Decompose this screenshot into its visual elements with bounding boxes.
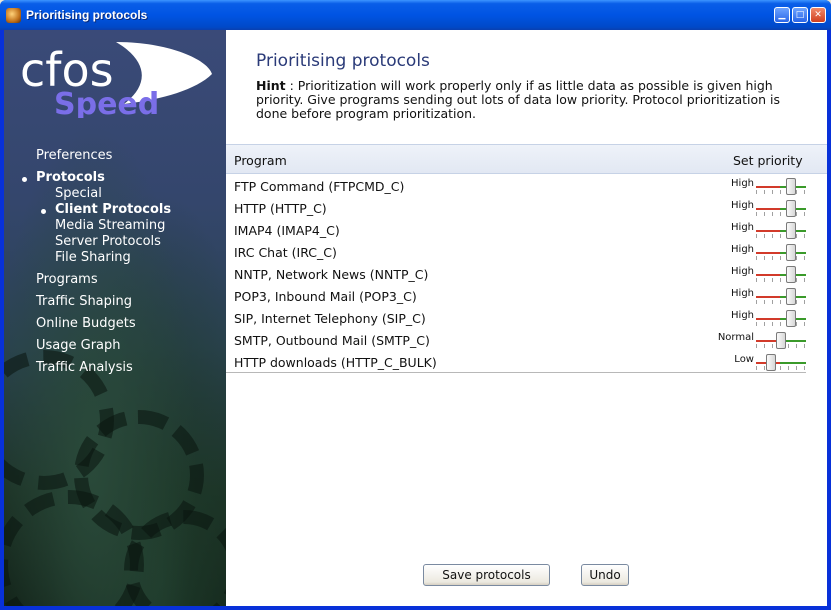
priority-slider[interactable] [756, 244, 806, 262]
program-name: SMTP, Outbound Mail (SMTP_C) [234, 333, 430, 348]
slider-track-high [756, 186, 780, 188]
slider-track-high [756, 208, 780, 210]
priority-label: High [731, 310, 754, 321]
program-name: FTP Command (FTPCMD_C) [234, 179, 405, 194]
slider-ticks [756, 234, 806, 238]
slider-ticks [756, 212, 806, 216]
priority-slider[interactable] [756, 266, 806, 284]
program-name: IMAP4 (IMAP4_C) [234, 223, 340, 238]
column-program[interactable]: Program [234, 153, 287, 168]
priority-label: Low [734, 354, 754, 365]
logo-speed-text: Speed [54, 87, 159, 118]
sidebar-item-usage-graph[interactable]: Usage Graph [36, 338, 121, 353]
table-row[interactable]: POP3, Inbound Mail (POP3_C) High [226, 286, 827, 308]
priority-label: High [731, 266, 754, 277]
app-icon [6, 8, 21, 23]
table-bottom-border [226, 372, 806, 373]
sidebar-item-online-budgets[interactable]: Online Budgets [36, 316, 136, 331]
slider-track-high [756, 252, 780, 254]
table-row[interactable]: SIP, Internet Telephony (SIP_C) High [226, 308, 827, 330]
slider-thumb[interactable] [786, 266, 796, 283]
sidebar-item-protocols[interactable]: Protocols [36, 170, 105, 185]
sidebar-item-server-protocols[interactable]: Server Protocols [55, 234, 161, 249]
maximize-button[interactable]: □ [792, 7, 808, 23]
slider-thumb[interactable] [786, 288, 796, 305]
table-row[interactable]: IRC Chat (IRC_C) High [226, 242, 827, 264]
table-row[interactable]: IMAP4 (IMAP4_C) High [226, 220, 827, 242]
table-row[interactable]: HTTP (HTTP_C) High [226, 198, 827, 220]
close-button[interactable]: ✕ [810, 7, 826, 23]
sidebar: cfos Speed Preferences Protocols Special… [4, 30, 226, 606]
table-row[interactable]: NNTP, Network News (NNTP_C) High [226, 264, 827, 286]
table-row[interactable]: HTTP downloads (HTTP_C_BULK) Low [226, 352, 827, 374]
slider-ticks [756, 256, 806, 260]
slider-track-high [756, 230, 780, 232]
slider-track-high [756, 274, 780, 276]
sidebar-item-preferences[interactable]: Preferences [36, 148, 112, 163]
priority-slider[interactable] [756, 200, 806, 218]
slider-track-high [756, 318, 780, 320]
program-name: SIP, Internet Telephony (SIP_C) [234, 311, 426, 326]
hint-text: Hint : Prioritization will work properly… [256, 79, 801, 121]
priority-label: High [731, 200, 754, 211]
slider-track-high [756, 296, 780, 298]
program-name: POP3, Inbound Mail (POP3_C) [234, 289, 417, 304]
client-area: cfos Speed Preferences Protocols Special… [4, 30, 827, 606]
priority-slider[interactable] [756, 310, 806, 328]
slider-ticks [756, 322, 806, 326]
slider-ticks [756, 300, 806, 304]
column-set-priority[interactable]: Set priority [733, 153, 803, 168]
slider-thumb[interactable] [766, 354, 776, 371]
priority-label: High [731, 288, 754, 299]
main-panel: Prioritising protocols Hint : Prioritiza… [226, 30, 827, 606]
active-bullet-icon [22, 177, 27, 182]
page-title: Prioritising protocols [256, 51, 430, 71]
priority-slider[interactable] [756, 354, 806, 372]
slider-thumb[interactable] [786, 178, 796, 195]
hint-body: : Prioritization will work properly only… [256, 78, 781, 121]
slider-ticks [756, 278, 806, 282]
cfos-speed-logo: cfos Speed [20, 42, 212, 118]
active-bullet-icon [41, 209, 46, 214]
slider-ticks [756, 366, 806, 370]
app-window: Prioritising protocols ▁ □ ✕ cfos Speed … [0, 0, 831, 610]
table-header: Program Set priority [226, 144, 827, 174]
slider-thumb[interactable] [786, 244, 796, 261]
priority-label: High [731, 222, 754, 233]
title-bar[interactable]: Prioritising protocols ▁ □ ✕ [0, 0, 831, 30]
program-name: NNTP, Network News (NNTP_C) [234, 267, 429, 282]
priority-slider[interactable] [756, 178, 806, 196]
priority-label: Normal [717, 332, 754, 343]
sidebar-item-programs[interactable]: Programs [36, 272, 98, 287]
priority-label: High [731, 178, 754, 189]
window-title: Prioritising protocols [26, 8, 148, 22]
slider-thumb[interactable] [786, 222, 796, 239]
save-protocols-button[interactable]: Save protocols [423, 564, 550, 586]
slider-thumb[interactable] [786, 200, 796, 217]
priority-label: High [731, 244, 754, 255]
slider-ticks [756, 190, 806, 194]
hint-label: Hint [256, 78, 286, 93]
program-name: IRC Chat (IRC_C) [234, 245, 337, 260]
priority-slider[interactable] [756, 288, 806, 306]
table-row[interactable]: SMTP, Outbound Mail (SMTP_C) Normal [226, 330, 827, 352]
sidebar-item-media-streaming[interactable]: Media Streaming [55, 218, 165, 233]
minimize-button[interactable]: ▁ [774, 7, 790, 23]
sidebar-item-special[interactable]: Special [55, 186, 102, 201]
priority-slider[interactable] [756, 222, 806, 240]
table-row[interactable]: FTP Command (FTPCMD_C) High [226, 176, 827, 198]
undo-button[interactable]: Undo [581, 564, 629, 586]
slider-track-low [780, 362, 806, 364]
sidebar-item-file-sharing[interactable]: File Sharing [55, 250, 131, 265]
slider-thumb[interactable] [786, 310, 796, 327]
sidebar-item-client-protocols[interactable]: Client Protocols [55, 202, 171, 217]
priority-slider[interactable] [756, 332, 806, 350]
sidebar-item-traffic-analysis[interactable]: Traffic Analysis [36, 360, 133, 375]
sidebar-item-traffic-shaping[interactable]: Traffic Shaping [36, 294, 132, 309]
program-name: HTTP (HTTP_C) [234, 201, 327, 216]
program-name: HTTP downloads (HTTP_C_BULK) [234, 355, 437, 370]
slider-thumb[interactable] [776, 332, 786, 349]
